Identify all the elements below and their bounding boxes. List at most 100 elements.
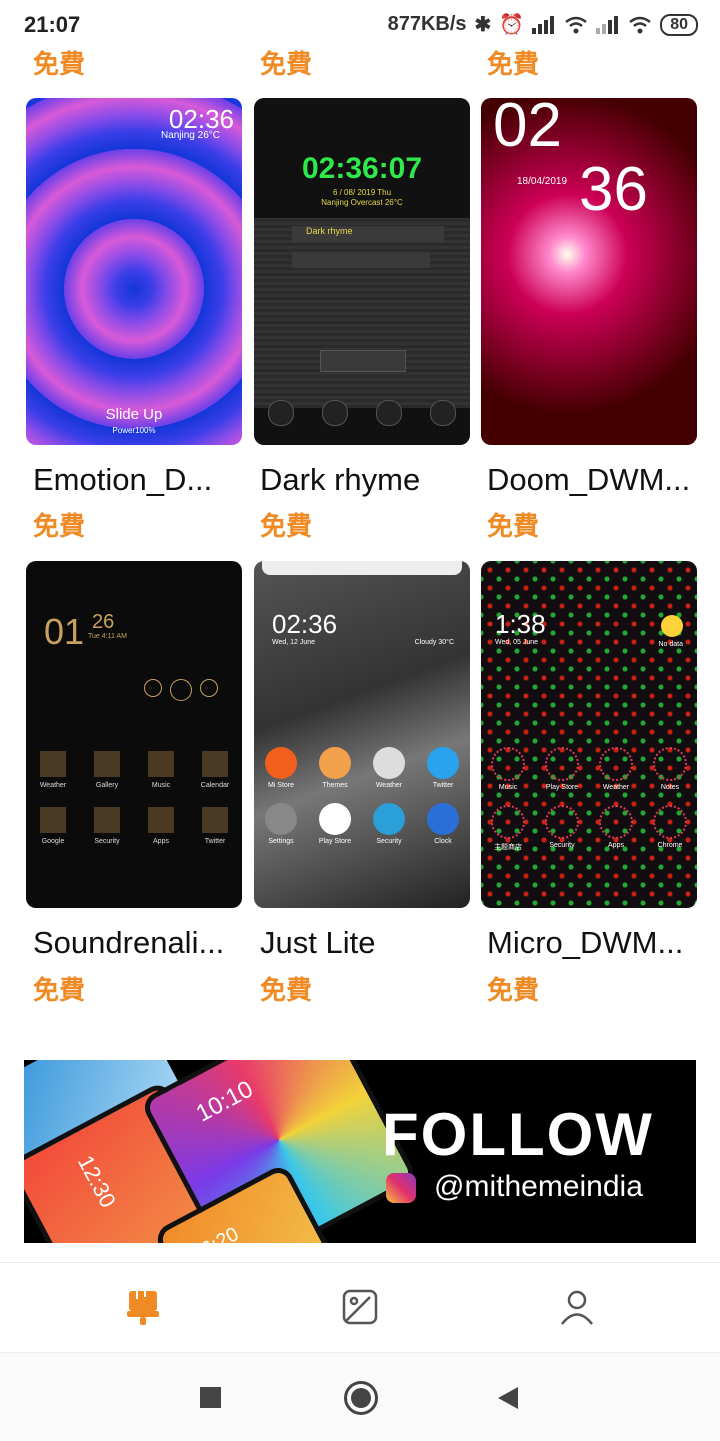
preview-weather: Nanjing Overcast 26°C [321, 198, 403, 207]
alarm-icon: ⏰ [499, 14, 525, 36]
price-label: 免費 [33, 49, 86, 79]
price-label: 免費 [260, 49, 313, 79]
signal-icon [532, 15, 555, 34]
theme-title[interactable]: Just Lite [260, 925, 474, 961]
theme-card-emotion[interactable]: 02:36 Nanjing 26°C Slide Up Power100% [26, 98, 242, 445]
app-label: Calendar [200, 782, 230, 789]
preview-field-2 [292, 252, 430, 268]
signal-icon-2 [596, 15, 619, 34]
app-label: Apps [153, 838, 169, 845]
app-label: Music [498, 784, 518, 791]
price-label: 免費 [487, 49, 540, 79]
profile-icon[interactable] [557, 1287, 597, 1327]
recents-button[interactable] [200, 1387, 221, 1408]
theme-title[interactable]: Emotion_D... [33, 462, 247, 498]
preview-minute: 26 [92, 611, 115, 633]
status-bar: 21:07 877KB/s ✱ ⏰ 80 [0, 0, 720, 50]
preview-clock: 02:36:07 [301, 152, 423, 185]
preview-date: Tue 4:11 AM [88, 633, 127, 640]
app-label: Security [94, 838, 120, 845]
banner-phone-time: 10:10 [191, 1075, 258, 1128]
theme-price: 免費 [487, 511, 540, 541]
theme-title[interactable]: Soundrenali... [33, 925, 247, 961]
preview-date: 18/04/2019 [517, 176, 568, 187]
preview-minute: 36 [579, 155, 648, 224]
app-label: Google [41, 838, 65, 845]
bottom-navigation [0, 1262, 720, 1353]
wifi-icon-2 [629, 16, 651, 33]
preview-hour: 02 [493, 98, 562, 160]
app-label: Clock [434, 838, 452, 845]
app-label: Twitter [432, 782, 454, 789]
home-button[interactable] [344, 1381, 378, 1415]
preview-app-grid: Mi Store Themes Weather Twitter Settings… [254, 747, 470, 845]
app-label: Weather [602, 784, 630, 791]
instagram-icon [386, 1173, 416, 1203]
theme-title[interactable]: Micro_DWM... [487, 925, 701, 961]
previous-row-prices: 免費 免費 免費 [0, 44, 720, 80]
app-label: 主题商店 [494, 844, 522, 851]
preview-search-bar [262, 561, 462, 575]
theme-price: 免費 [260, 975, 313, 1005]
theme-card-just-lite[interactable]: 02:36 Wed, 12 June Cloudy 30°C Mi Store … [254, 561, 470, 908]
banner-headline: FOLLOW [382, 1101, 654, 1168]
app-label: Security [376, 838, 402, 845]
preview-date: Wed, 12 June [272, 639, 316, 646]
preview-app-grid: Music Play Store Weather Notes 主题商店 Secu… [481, 747, 697, 852]
preview-clock: 1:38 [495, 609, 546, 639]
preview-field: Dark rhyme [292, 226, 444, 242]
preview-slide-up: Slide Up [105, 406, 163, 423]
theme-card-soundrenaline[interactable]: 01 26 Tue 4:11 AM Weather Gallery Music … [26, 561, 242, 908]
theme-card-doom[interactable]: 02 18/04/2019 36 [481, 98, 697, 445]
preview-power: Power100% [112, 426, 156, 435]
app-label: Security [549, 842, 575, 849]
sun-icon [661, 615, 683, 637]
wallpaper-icon[interactable] [340, 1287, 380, 1327]
banner-handle: @mithemeindia [434, 1170, 643, 1203]
back-button[interactable] [496, 1385, 520, 1411]
theme-price: 免費 [33, 511, 86, 541]
theme-card-dark-rhyme[interactable]: 02:36:07 6 / 08/ 2019 Thu Nanjing Overca… [254, 98, 470, 445]
fingerprint-box [320, 350, 406, 372]
battery-indicator: 80 [660, 13, 698, 36]
preview-panel [254, 218, 470, 408]
theme-price: 免費 [260, 511, 313, 541]
preview-weather: Cloudy 30°C [414, 639, 454, 646]
app-label: Themes [322, 782, 348, 789]
banner-phone-time: 12:30 [72, 1151, 121, 1212]
network-speed: 877KB/s [387, 13, 467, 35]
app-label: Notes [660, 784, 680, 791]
app-label: Weather [375, 782, 403, 789]
preview-weather: No data [658, 641, 683, 648]
app-label: Chrome [657, 842, 683, 849]
app-label: Twitter [204, 838, 226, 845]
preview-media-controls [144, 679, 218, 701]
theme-card-micro[interactable]: 1:38 Wed, 05 June No data Music Play Sto… [481, 561, 697, 908]
preview-city: Nanjing 26°C [160, 130, 220, 141]
app-label: Weather [39, 782, 67, 789]
preview-hour: 01 [44, 611, 85, 652]
status-time: 21:07 [24, 12, 81, 37]
preview-date: 6 / 08/ 2019 Thu [332, 188, 392, 197]
theme-title[interactable]: Dark rhyme [260, 462, 474, 498]
app-label: Mi Store [267, 782, 295, 789]
home-theme-icon[interactable] [123, 1287, 163, 1327]
theme-title[interactable]: Doom_DWM... [487, 462, 701, 498]
theme-price: 免費 [33, 975, 86, 1005]
preview-date: Wed, 05 June [495, 639, 539, 646]
preview-toggles [254, 400, 470, 426]
system-navigation-bar [0, 1352, 720, 1441]
app-label: Play Store [318, 838, 352, 845]
follow-banner[interactable]: 12:30 10:10 16:20 FOLLOW @mithemeindia [24, 1060, 696, 1243]
preview-app-grid: Weather Gallery Music Calendar Google Se… [26, 751, 242, 845]
banner-phone-time: 16:20 [188, 1223, 243, 1243]
preview-clock: 02:36 [272, 609, 338, 639]
wifi-icon [565, 16, 587, 33]
app-label: Music [151, 782, 171, 789]
status-icons: 877KB/s ✱ ⏰ 80 [388, 12, 698, 37]
app-label: Play Store [545, 784, 579, 791]
app-label: Apps [608, 842, 624, 849]
app-label: Settings [268, 838, 294, 845]
app-label: Gallery [95, 782, 119, 789]
theme-price: 免費 [487, 975, 540, 1005]
